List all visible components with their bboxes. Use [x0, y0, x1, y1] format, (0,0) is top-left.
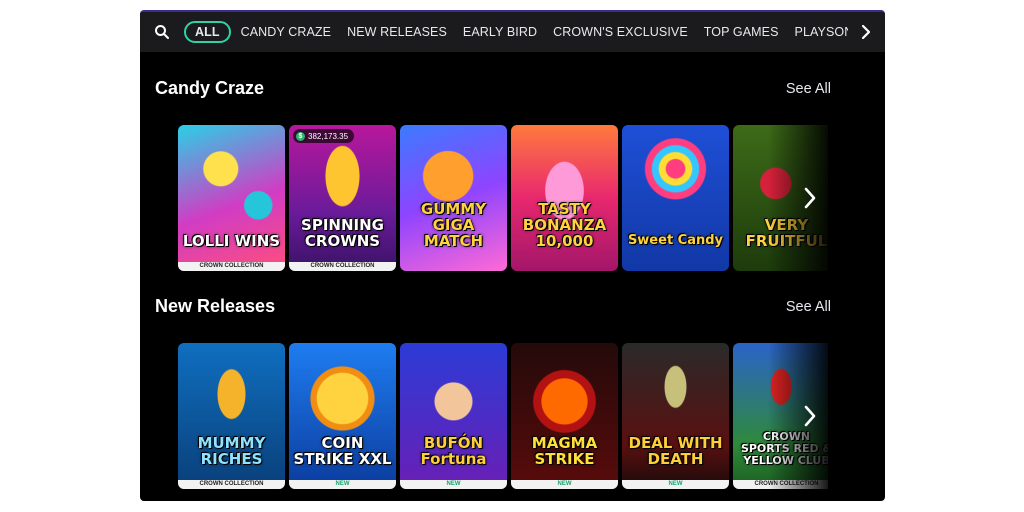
game-row-new-releases: MUMMY RICHES CROWN COLLECTION COIN STRIK… — [178, 343, 828, 489]
game-row-candy-craze: LOLLI WINS CROWN COLLECTION $ 382,173.35… — [178, 125, 828, 271]
game-tag: CROWN COLLECTION — [178, 262, 285, 271]
game-title: GUMMY GIGA MATCH — [420, 200, 487, 250]
game-tag: CROWN COLLECTION — [733, 480, 828, 489]
game-card[interactable]: BUFÓN Fortuna NEW — [400, 343, 507, 489]
search-icon — [155, 25, 169, 39]
tab-top-games[interactable]: TOP GAMES — [696, 25, 787, 39]
game-card[interactable]: TASTY BONANZA 10,000 — [511, 125, 618, 271]
coin-icon: $ — [296, 131, 305, 141]
game-tag: CROWN COLLECTION — [289, 262, 396, 271]
category-tabs: ALL CANDY CRAZE NEW RELEASES EARLY BIRD … — [184, 21, 848, 43]
section-title-candy-craze: Candy Craze — [155, 78, 265, 98]
search-button[interactable] — [140, 12, 184, 52]
tab-playson-jackpot[interactable]: PLAYSON JACK — [787, 25, 848, 39]
chevron-right-icon — [804, 405, 816, 427]
game-card[interactable]: GUMMY GIGA MATCH — [400, 125, 507, 271]
category-navbar: ALL CANDY CRAZE NEW RELEASES EARLY BIRD … — [140, 12, 885, 52]
game-tag: NEW — [400, 480, 507, 489]
section-title-new-releases: New Releases — [155, 296, 276, 316]
game-title: LOLLI WINS — [182, 232, 281, 250]
game-title: MAGMA STRIKE — [531, 434, 598, 468]
game-card[interactable]: MUMMY RICHES CROWN COLLECTION — [178, 343, 285, 489]
game-tag: NEW — [622, 480, 729, 489]
tabs-next-button[interactable] — [848, 12, 884, 52]
chevron-right-icon — [861, 24, 871, 40]
game-title: MUMMY RICHES — [197, 434, 266, 468]
game-card[interactable]: COIN STRIKE XXL NEW — [289, 343, 396, 489]
game-title: DEAL WITH DEATH — [628, 434, 723, 468]
tab-new-releases[interactable]: NEW RELEASES — [339, 25, 455, 39]
tab-crowns-exclusive[interactable]: CROWN'S EXCLUSIVE — [545, 25, 696, 39]
game-art — [622, 125, 729, 271]
game-title: VERY FRUITFUL — [745, 216, 828, 250]
see-all-candy-craze[interactable]: See All — [786, 81, 831, 97]
row-next-button[interactable] — [798, 401, 822, 431]
game-title: BUFÓN Fortuna — [420, 434, 487, 468]
game-title: Sweet Candy — [627, 233, 724, 248]
row-next-button[interactable] — [798, 183, 822, 213]
jackpot-badge: $ 382,173.35 — [293, 129, 355, 143]
game-tag: NEW — [511, 480, 618, 489]
tab-early-bird[interactable]: EARLY BIRD — [455, 25, 545, 39]
game-tag: NEW — [289, 480, 396, 489]
game-title: COIN STRIKE XXL — [293, 434, 392, 468]
game-title: CROWN SPORTS RED & YELLOW CLUB — [740, 430, 828, 467]
game-card[interactable]: $ 382,173.35 SPINNING CROWNS CROWN COLLE… — [289, 125, 396, 271]
tab-candy-craze[interactable]: CANDY CRAZE — [233, 25, 339, 39]
tab-all[interactable]: ALL — [184, 21, 231, 43]
jackpot-amount: 382,173.35 — [308, 131, 349, 141]
game-card[interactable]: Sweet Candy — [622, 125, 729, 271]
chevron-right-icon — [804, 187, 816, 209]
see-all-new-releases[interactable]: See All — [786, 299, 831, 315]
game-tag: CROWN COLLECTION — [178, 480, 285, 489]
game-title: SPINNING CROWNS — [301, 216, 384, 250]
game-title: TASTY BONANZA 10,000 — [522, 200, 607, 250]
game-card[interactable]: LOLLI WINS CROWN COLLECTION — [178, 125, 285, 271]
game-card[interactable]: DEAL WITH DEATH NEW — [622, 343, 729, 489]
games-panel: ALL CANDY CRAZE NEW RELEASES EARLY BIRD … — [140, 10, 885, 501]
game-card[interactable]: MAGMA STRIKE NEW — [511, 343, 618, 489]
